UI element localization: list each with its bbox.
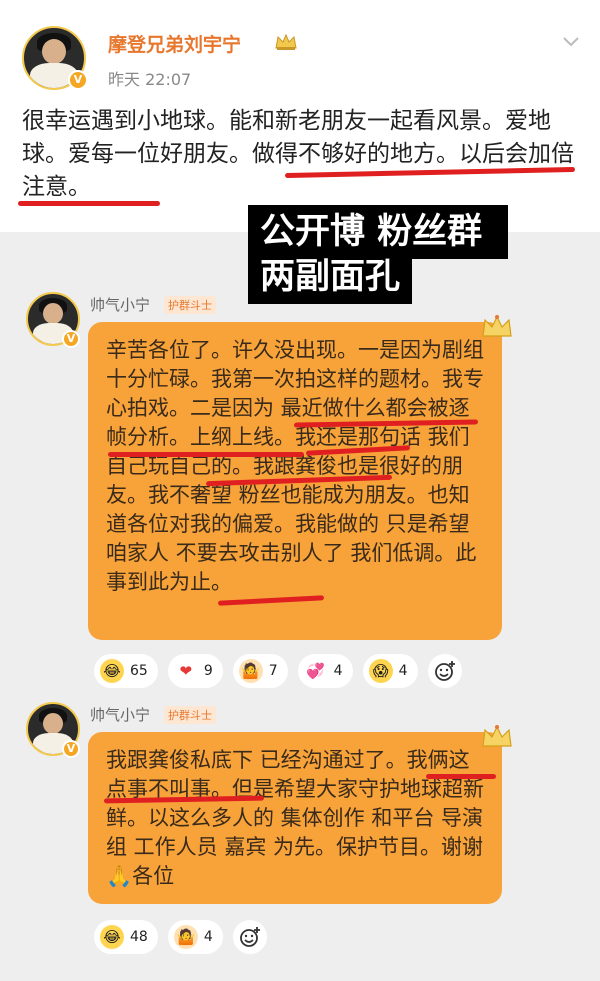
reaction-count: 4 xyxy=(203,929,213,945)
reaction-heart[interactable]: ❤ 9 xyxy=(167,654,223,688)
fan-tag-badge: 护群斗士 xyxy=(164,706,216,724)
caption-line-2: 两副面孔 xyxy=(248,254,413,304)
reaction-hearts[interactable]: 💞 4 xyxy=(297,654,353,688)
fan-tag-badge: 护群斗士 xyxy=(164,296,216,314)
shrug-icon: 🤷 xyxy=(173,925,198,949)
crown-icon xyxy=(482,315,512,337)
comment-text: 辛苦各位了。许久没出现。一是因为剧组十分忙碌。我第一次拍这样的题材。我专心拍戏。… xyxy=(106,338,484,594)
reaction-count: 4 xyxy=(333,663,343,679)
reaction-count: 48 xyxy=(130,929,148,945)
reaction-count: 65 xyxy=(130,663,148,679)
add-emoji-icon xyxy=(239,927,260,947)
post-timestamp: 昨天 22:07 xyxy=(108,70,192,89)
reaction-bar: 😂 48 🤷 4 xyxy=(94,920,267,954)
add-emoji-icon xyxy=(434,661,455,681)
underline-mark xyxy=(108,452,304,457)
reaction-count: 9 xyxy=(203,663,213,679)
reaction-count: 7 xyxy=(268,663,278,679)
reaction-bar: 😂 65 ❤ 9 🤷 7 💞 4 😱 4 xyxy=(94,654,462,688)
verified-badge-icon: V xyxy=(68,70,88,90)
post-body-text: 很幸运遇到小地球。能和新老朋友一起看风景。爱地球。爱每一位好朋友。做得不够好的地… xyxy=(22,108,574,200)
reaction-laugh-cry[interactable]: 😂 48 xyxy=(94,920,158,954)
crown-icon xyxy=(482,725,512,747)
crown-icon xyxy=(275,33,297,50)
caption-line-1: 公开博 粉丝群 xyxy=(248,205,508,259)
reaction-laugh-cry[interactable]: 😂 65 xyxy=(94,654,158,688)
weibo-post: V 摩登兄弟刘宇宁 昨天 22:07 很幸运遇到小地球。能和新老朋友一起看风景。… xyxy=(0,0,600,232)
hearts-icon: 💞 xyxy=(306,662,326,680)
shocked-icon: 😱 xyxy=(368,659,393,683)
comment-bubble: 我跟龚俊私底下 已经沟通过了。我俩这点事不叫事。但是希望大家守护地球超新鲜。以这… xyxy=(88,732,502,904)
underline-mark xyxy=(18,201,160,206)
shrug-icon: 🤷 xyxy=(238,659,263,683)
reaction-count: 4 xyxy=(398,663,408,679)
laugh-cry-icon: 😂 xyxy=(100,659,124,683)
reaction-shrug[interactable]: 🤷 4 xyxy=(167,920,223,954)
commenter-name[interactable]: 帅气小宁 xyxy=(90,704,150,725)
heart-icon: ❤ xyxy=(179,662,193,680)
underline-mark xyxy=(426,774,496,779)
reaction-shocked[interactable]: 😱 4 xyxy=(362,654,418,688)
chevron-down-icon[interactable] xyxy=(560,30,582,52)
laugh-cry-icon: 😂 xyxy=(100,925,124,949)
add-reaction-button[interactable] xyxy=(232,920,267,954)
post-author-name[interactable]: 摩登兄弟刘宇宁 xyxy=(108,30,241,57)
commenter-name[interactable]: 帅气小宁 xyxy=(90,294,150,315)
verified-badge-icon: V xyxy=(62,740,80,758)
add-reaction-button[interactable] xyxy=(427,654,462,688)
comment-text: 我跟龚俊私底下 已经沟通过了。我俩这点事不叫事。但是希望大家守护地球超新鲜。以这… xyxy=(106,748,484,888)
verified-badge-icon: V xyxy=(62,330,80,348)
reaction-shrug[interactable]: 🤷 7 xyxy=(232,654,288,688)
